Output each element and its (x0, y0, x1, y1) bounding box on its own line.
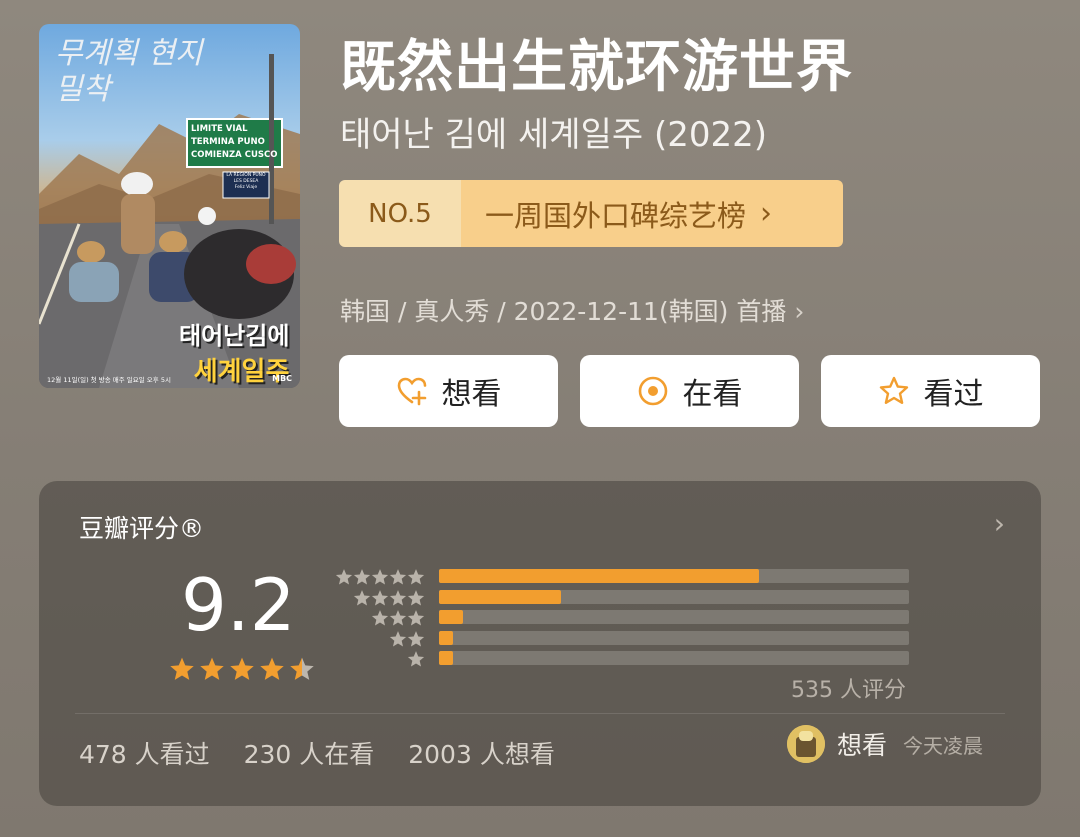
histogram-track (439, 569, 909, 583)
star-icon (407, 651, 425, 667)
want-to-watch-button[interactable]: 想看 (339, 355, 558, 427)
poster-handwriting: 무계획 현지밀착 (55, 36, 203, 107)
divider (75, 713, 1005, 714)
histogram-track (439, 630, 909, 645)
show-meta[interactable]: 韩国 / 真人秀 / 2022-12-11(韩国) 首播 › (340, 292, 804, 328)
friend-activity[interactable]: 想看 今天凌晨 (787, 725, 983, 763)
star-icon (335, 569, 353, 585)
star-icon (389, 569, 407, 585)
stats-row: 478 人看过 230 人在看 2003 人想看 (79, 735, 581, 771)
histogram-bar (439, 610, 463, 624)
rating-card[interactable]: 豆瓣评分® › 9.2 535 人评分 478 人看过 230 人在看 2003… (39, 481, 1041, 806)
histogram-row (39, 630, 1039, 648)
histogram-row (39, 651, 1039, 667)
histogram-row (39, 589, 1039, 607)
histogram-bar (439, 630, 453, 645)
histogram-stars (335, 568, 425, 586)
star-icon (407, 589, 425, 605)
histogram-stars (353, 589, 425, 607)
sign-line: COMIENZA CUSCO (191, 150, 278, 160)
want-count[interactable]: 2003 人想看 (408, 740, 555, 769)
avatar-image (787, 725, 825, 763)
histogram-track (439, 651, 909, 665)
watched-button[interactable]: 看过 (821, 355, 1040, 427)
want-to-watch-label: 想看 (441, 377, 502, 412)
star-icon (353, 569, 371, 585)
histogram-bar (439, 589, 562, 604)
histogram-row (39, 569, 1039, 585)
meta-text: 韩国 / 真人秀 / 2022-12-11(韩国) 首播 (340, 297, 787, 326)
chevron-right-icon[interactable]: › (994, 507, 1005, 540)
poster-small-sign: LA REGION PUNO LES DESEA Feliz Viaje (226, 173, 266, 190)
rank-label-wrap: 一周国外口碑综艺榜 › (461, 180, 843, 247)
star-icon (389, 589, 407, 605)
rank-label: 一周国外口碑综艺榜 (485, 198, 747, 233)
poster-sign-text: LIMITE VIAL TERMINA PUNO COMIENZA CUSCO (191, 123, 279, 162)
watched-label: 看过 (923, 377, 984, 412)
rating-title: 豆瓣评分® (79, 514, 205, 543)
watching-count[interactable]: 230 人在看 (244, 740, 375, 769)
poster-caption: 12월 11일(일) 첫 방송 매주 일요일 오후 5시 MBC (39, 374, 300, 384)
star-icon (407, 630, 425, 646)
rank-number: NO.5 (339, 180, 461, 247)
histogram-bar (439, 651, 453, 665)
star-icon (407, 569, 425, 585)
watching-button[interactable]: 在看 (580, 355, 799, 427)
heart-plus-icon (397, 377, 426, 406)
histogram-row (39, 610, 1039, 626)
show-title-line1: 태어난김에 (179, 322, 290, 350)
broadcaster-logo: MBC (272, 374, 292, 383)
histogram-stars (371, 609, 425, 627)
histogram-track (439, 610, 909, 624)
show-title: 既然出生就环游世界 (340, 35, 853, 100)
avatar[interactable] (787, 725, 825, 763)
sign-line: TERMINA PUNO (191, 137, 265, 147)
target-circle-icon (638, 376, 667, 406)
watched-count[interactable]: 478 人看过 (79, 740, 210, 769)
show-original-title: 태어난 김에 세계일주 (2022) (340, 115, 767, 155)
caption-text: 12월 11일(일) 첫 방송 매주 일요일 오후 5시 (47, 376, 171, 384)
star-outline-icon (879, 376, 908, 404)
star-icon (353, 589, 371, 605)
chevron-right-icon: › (760, 196, 773, 231)
rank-badge[interactable]: NO.5 一周国外口碑综艺榜 › (339, 180, 843, 247)
histogram-bar (439, 569, 759, 583)
histogram-stars (389, 630, 425, 648)
star-icon (371, 610, 389, 626)
histogram-stars (407, 650, 425, 668)
star-icon (389, 630, 407, 646)
watching-label: 在看 (682, 377, 743, 412)
friend-time: 今天凌晨 (903, 733, 984, 758)
histogram-track (439, 589, 909, 604)
star-icon (407, 610, 425, 626)
sign-line: LIMITE VIAL (191, 124, 248, 134)
friend-action: 想看 (837, 731, 888, 760)
chevron-right-icon: › (794, 297, 805, 326)
star-icon (389, 610, 407, 626)
rating-count: 535 人评分 (791, 678, 906, 703)
star-icon (371, 569, 389, 585)
star-icon (371, 589, 389, 605)
poster-image[interactable]: 무계획 현지밀착 LIMITE VIAL TERMINA PUNO COMIEN… (39, 24, 300, 388)
